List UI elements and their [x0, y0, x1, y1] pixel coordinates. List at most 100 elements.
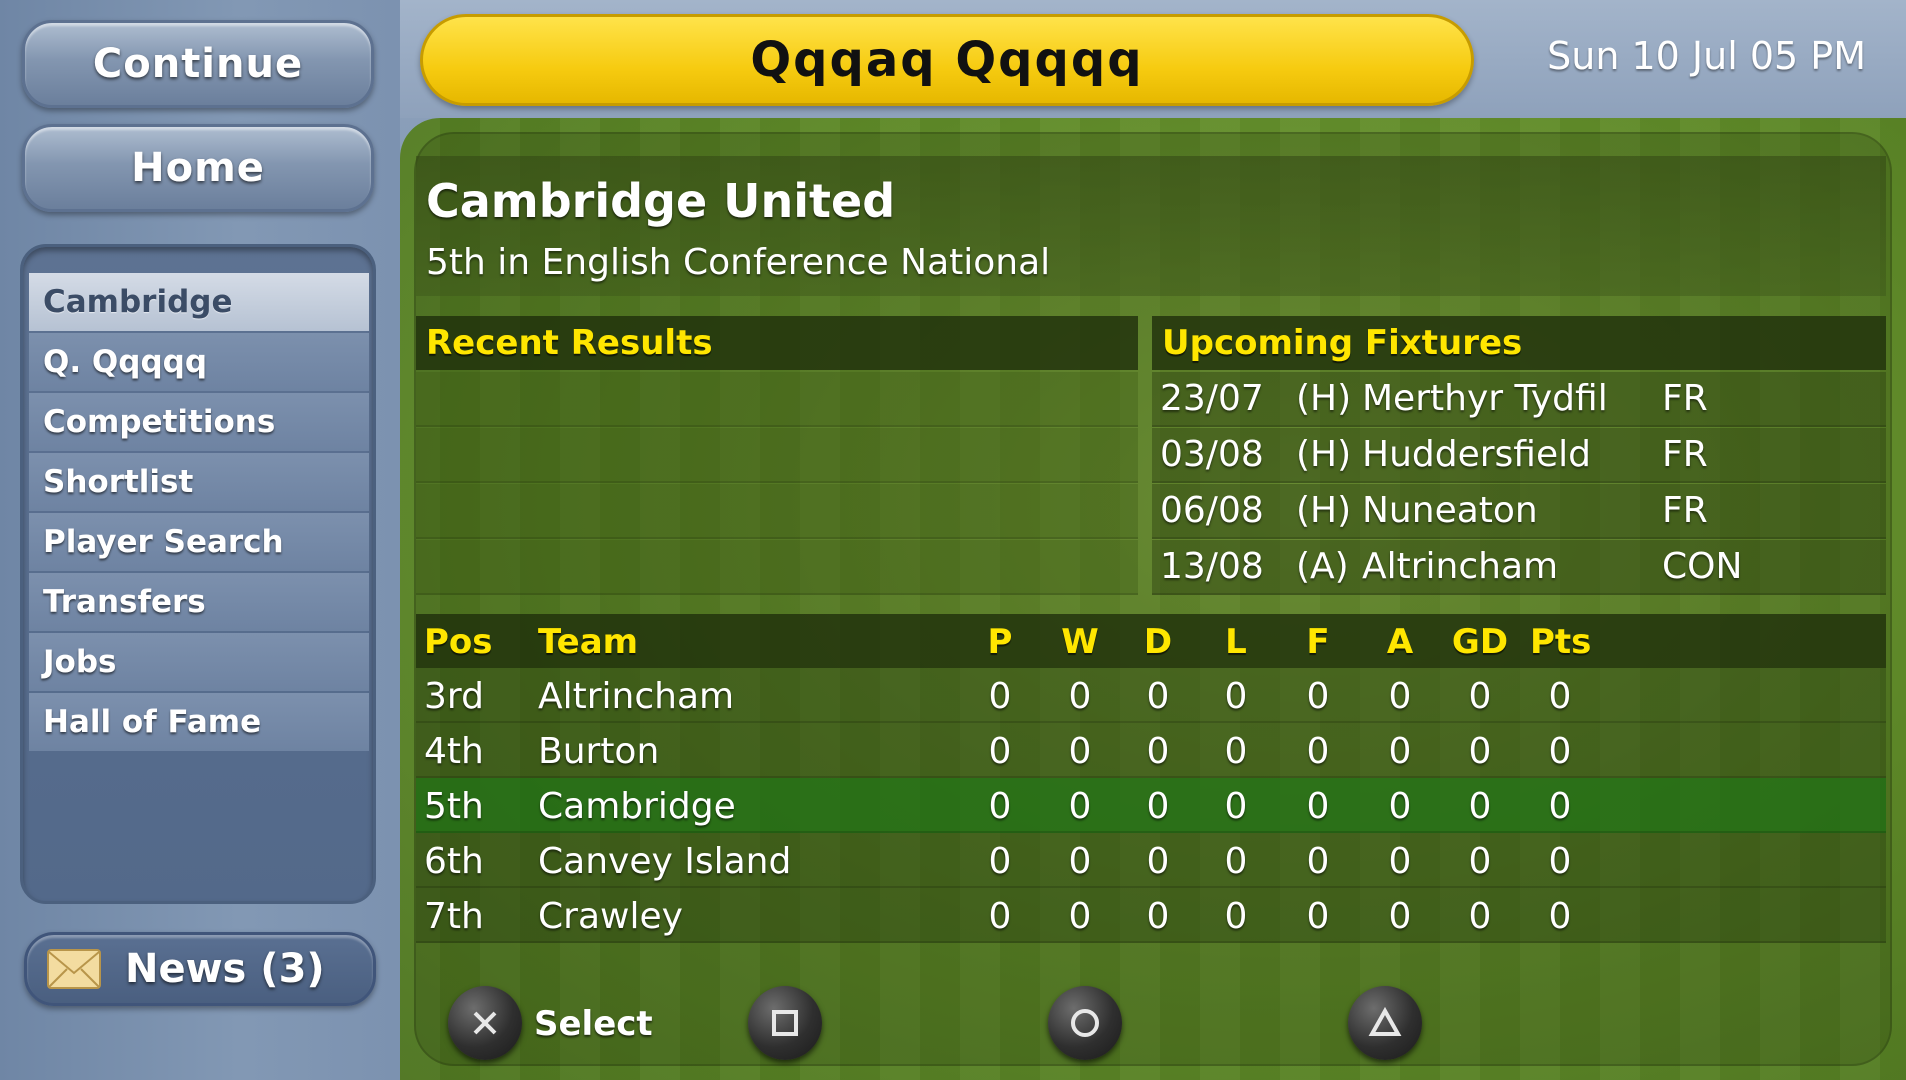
recent-results-header: Recent Results	[416, 316, 1138, 370]
cell-against: 0	[1388, 731, 1412, 772]
cell-played: 0	[988, 676, 1012, 717]
result-row	[416, 540, 1138, 595]
fixture-venue: (H)	[1296, 378, 1352, 419]
game-date: Sun 10 Jul 05 PM	[1547, 34, 1866, 78]
cell-won: 0	[1068, 841, 1092, 882]
home-button[interactable]: Home	[22, 124, 374, 212]
col-header-won: W	[1061, 622, 1099, 662]
sidebar-item-hall-of-fame[interactable]: Hall of Fame	[29, 693, 369, 751]
league-table: 3rd Altrincham 0 0 0 0 0 0 0 0 4th Burto…	[416, 668, 1886, 943]
upcoming-fixtures-list: 23/07 (H) Merthyr Tydfil FR 03/08 (H) Hu…	[1152, 372, 1886, 596]
sidebar-item-shortlist[interactable]: Shortlist	[29, 453, 369, 511]
cell-pos: 6th	[424, 841, 484, 882]
sidebar-item-competitions[interactable]: Competitions	[29, 393, 369, 451]
sidebar: Continue Home Cambridge Q. Qqqqq Competi…	[0, 0, 400, 1080]
fixture-competition: FR	[1662, 378, 1708, 419]
fixture-row[interactable]: 23/07 (H) Merthyr Tydfil FR	[1152, 372, 1886, 427]
cell-goal-diff: 0	[1468, 896, 1492, 937]
cell-drawn: 0	[1146, 786, 1170, 827]
cell-pos: 3rd	[424, 676, 484, 717]
recent-results-list	[416, 372, 1138, 596]
envelope-icon	[47, 949, 101, 989]
fixture-opponent: Altrincham	[1362, 546, 1559, 587]
cell-for: 0	[1306, 731, 1330, 772]
cell-for: 0	[1306, 676, 1330, 717]
cell-lost: 0	[1224, 676, 1248, 717]
cell-lost: 0	[1224, 896, 1248, 937]
fixture-row[interactable]: 06/08 (H) Nuneaton FR	[1152, 484, 1886, 539]
cell-lost: 0	[1224, 731, 1248, 772]
club-standing: 5th in English Conference National	[426, 242, 1051, 283]
fixture-competition: FR	[1662, 490, 1708, 531]
table-row[interactable]: 3rd Altrincham 0 0 0 0 0 0 0 0	[416, 668, 1886, 723]
controller-hints: Select	[416, 976, 1886, 1066]
cell-goal-diff: 0	[1468, 676, 1492, 717]
news-button[interactable]: News (3)	[24, 932, 376, 1006]
table-row-own-club[interactable]: 5th Cambridge 0 0 0 0 0 0 0 0	[416, 778, 1886, 833]
fixture-competition: FR	[1662, 434, 1708, 475]
cell-team: Canvey Island	[538, 841, 792, 882]
col-header-played: P	[987, 622, 1013, 662]
sidebar-menu: Cambridge Q. Qqqqq Competitions Shortlis…	[20, 244, 376, 904]
square-button-icon[interactable]	[748, 986, 822, 1060]
fixture-opponent: Merthyr Tydfil	[1362, 378, 1608, 419]
cell-won: 0	[1068, 786, 1092, 827]
fixture-venue: (A)	[1296, 546, 1349, 587]
cell-points: 0	[1548, 841, 1572, 882]
result-row	[416, 484, 1138, 539]
main-panel: Cambridge United 5th in English Conferen…	[400, 118, 1906, 1080]
table-row[interactable]: 6th Canvey Island 0 0 0 0 0 0 0 0	[416, 833, 1886, 888]
sidebar-item-transfers[interactable]: Transfers	[29, 573, 369, 631]
club-name: Cambridge United	[426, 174, 896, 228]
square-glyph-icon	[772, 1010, 798, 1036]
triangle-button-icon[interactable]	[1348, 986, 1422, 1060]
cell-played: 0	[988, 841, 1012, 882]
cell-drawn: 0	[1146, 676, 1170, 717]
upcoming-fixtures-header: Upcoming Fixtures	[1152, 316, 1886, 370]
cell-against: 0	[1388, 676, 1412, 717]
top-bar: Qqqaq Qqqqq Sun 10 Jul 05 PM	[400, 0, 1906, 118]
sidebar-item-manager[interactable]: Q. Qqqqq	[29, 333, 369, 391]
col-header-for: F	[1306, 622, 1330, 662]
cell-played: 0	[988, 786, 1012, 827]
col-header-against: A	[1386, 622, 1414, 662]
cell-drawn: 0	[1146, 731, 1170, 772]
cell-won: 0	[1068, 676, 1092, 717]
cell-team: Burton	[538, 731, 660, 772]
fixture-opponent: Huddersfield	[1362, 434, 1591, 475]
cell-points: 0	[1548, 786, 1572, 827]
cell-lost: 0	[1224, 786, 1248, 827]
cell-points: 0	[1548, 896, 1572, 937]
cell-played: 0	[988, 896, 1012, 937]
cell-against: 0	[1388, 786, 1412, 827]
table-row[interactable]: 7th Crawley 0 0 0 0 0 0 0 0	[416, 888, 1886, 943]
fixture-opponent: Nuneaton	[1362, 490, 1538, 531]
cell-won: 0	[1068, 731, 1092, 772]
fixture-row[interactable]: 03/08 (H) Huddersfield FR	[1152, 428, 1886, 483]
fixture-row[interactable]: 13/08 (A) Altrincham CON	[1152, 540, 1886, 595]
cell-for: 0	[1306, 786, 1330, 827]
cell-team: Cambridge	[538, 786, 736, 827]
cell-goal-diff: 0	[1468, 841, 1492, 882]
cell-team: Altrincham	[538, 676, 735, 717]
fixture-competition: CON	[1662, 546, 1743, 587]
cross-button-icon[interactable]	[448, 986, 522, 1060]
sidebar-item-jobs[interactable]: Jobs	[29, 633, 369, 691]
continue-button[interactable]: Continue	[22, 20, 374, 108]
col-header-goal-diff: GD	[1451, 622, 1509, 662]
table-row[interactable]: 4th Burton 0 0 0 0 0 0 0 0	[416, 723, 1886, 778]
circle-button-icon[interactable]	[1048, 986, 1122, 1060]
col-header-points: Pts	[1530, 622, 1592, 662]
cell-won: 0	[1068, 896, 1092, 937]
fixture-date: 06/08	[1160, 490, 1264, 531]
col-header-drawn: D	[1143, 622, 1173, 662]
cell-pos: 7th	[424, 896, 484, 937]
cell-goal-diff: 0	[1468, 786, 1492, 827]
cell-for: 0	[1306, 841, 1330, 882]
page-title: Qqqaq Qqqqq	[420, 14, 1474, 106]
triangle-glyph-icon	[1368, 1006, 1402, 1036]
sidebar-item-player-search[interactable]: Player Search	[29, 513, 369, 571]
sidebar-item-cambridge[interactable]: Cambridge	[29, 273, 369, 331]
cell-against: 0	[1388, 896, 1412, 937]
cell-points: 0	[1548, 731, 1572, 772]
